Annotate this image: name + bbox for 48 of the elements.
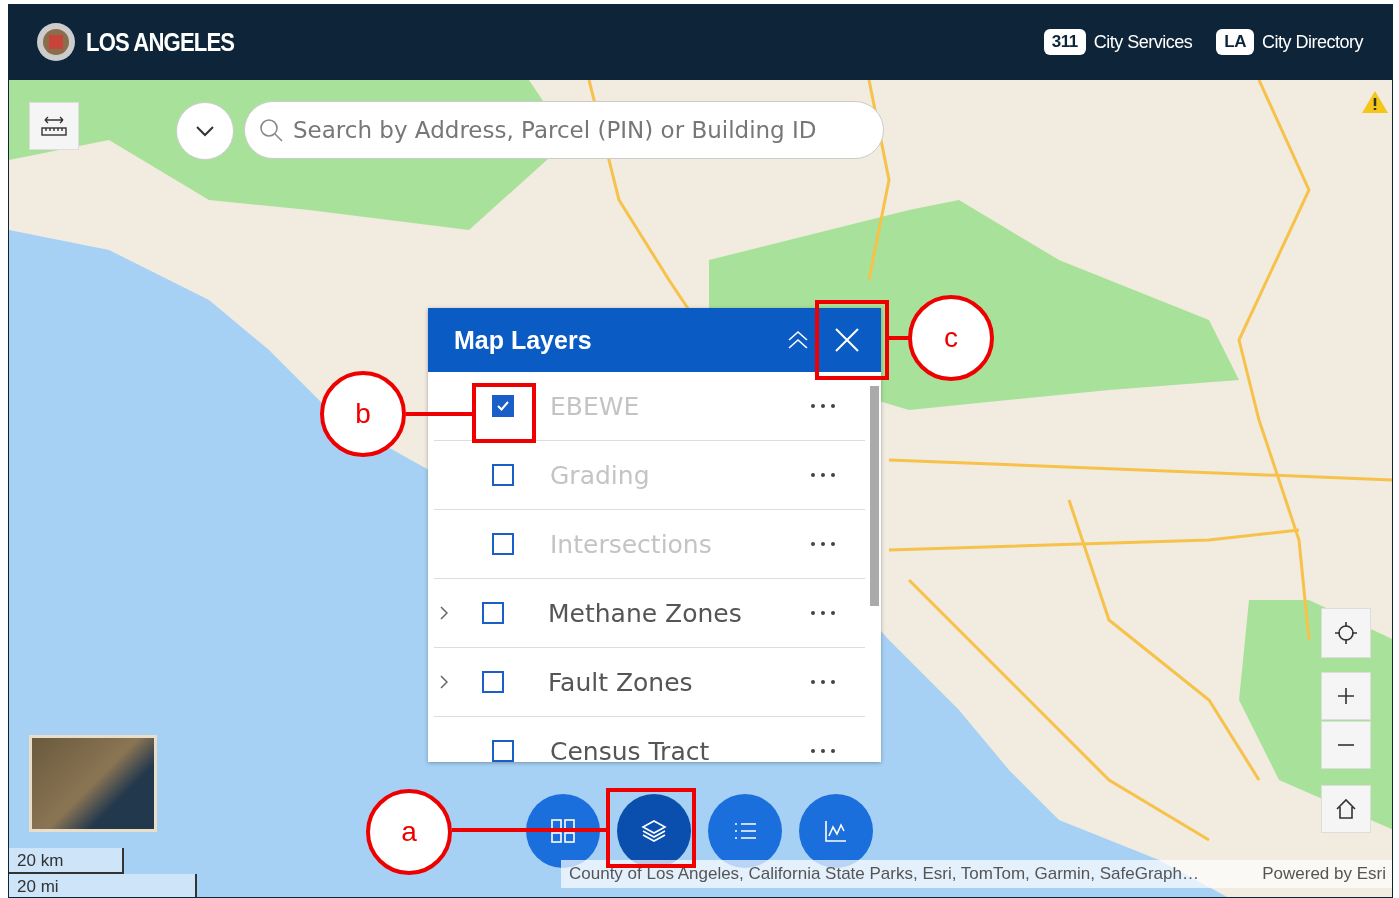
layer-name: Intersections — [550, 529, 713, 559]
header-link[interactable]: LA City Directory — [1216, 29, 1363, 55]
search-icon — [259, 118, 283, 142]
zoom-in-button[interactable] — [1321, 672, 1371, 720]
chevron-right-icon — [440, 606, 448, 620]
ruler-icon — [41, 115, 67, 137]
layer-name: Census Tract — [550, 736, 711, 762]
scrollbar-thumb[interactable] — [869, 386, 879, 606]
layer-checkbox[interactable] — [492, 740, 514, 762]
scale-label: 20 km — [9, 848, 124, 874]
scale-label: 20 mi — [9, 874, 197, 897]
panel-title: Map Layers — [454, 325, 593, 355]
more-icon[interactable] — [811, 680, 835, 684]
crosshair-icon — [1334, 621, 1358, 645]
layer-checkbox[interactable] — [482, 602, 504, 624]
chart-icon — [823, 818, 849, 844]
search-input[interactable]: Search by Address, Parcel (PIN) or Building ID — [291, 116, 869, 144]
home-icon — [1335, 798, 1357, 820]
layer-checkbox[interactable] — [482, 671, 504, 693]
checkmark-icon — [497, 401, 509, 411]
more-icon[interactable] — [811, 749, 835, 753]
grid-icon — [550, 818, 576, 844]
chevron-right-icon — [440, 675, 448, 689]
warning-icon[interactable] — [1361, 90, 1389, 114]
highlight-frame — [472, 383, 536, 443]
city-seal-icon — [36, 22, 76, 62]
double-chevron-up-icon — [787, 330, 809, 350]
layer-name: Grading — [550, 460, 651, 490]
plus-icon — [1337, 687, 1355, 705]
measure-button[interactable] — [29, 102, 79, 150]
overview-map[interactable] — [29, 735, 157, 832]
more-icon[interactable] — [811, 473, 835, 477]
close-icon — [835, 328, 859, 352]
locate-button[interactable] — [1321, 608, 1371, 658]
layer-name: EBEWE — [550, 391, 641, 421]
site-title: LOS ANGELES — [86, 26, 235, 58]
powered-by-text: Powered by Esri — [1262, 864, 1386, 884]
search-field[interactable]: Search by Address, Parcel (PIN) or Building ID — [244, 101, 884, 159]
more-icon[interactable] — [811, 611, 835, 615]
more-icon[interactable] — [811, 404, 835, 408]
home-button[interactable] — [1321, 785, 1371, 833]
minus-icon — [1337, 743, 1355, 747]
layer-name: Methane Zones — [548, 598, 743, 628]
more-icon[interactable] — [811, 542, 835, 546]
header-link[interactable]: 311 City Services — [1043, 29, 1193, 55]
chevron-down-icon — [195, 125, 215, 137]
layers-icon — [641, 818, 667, 844]
layer-name: Fault Zones — [548, 667, 694, 697]
